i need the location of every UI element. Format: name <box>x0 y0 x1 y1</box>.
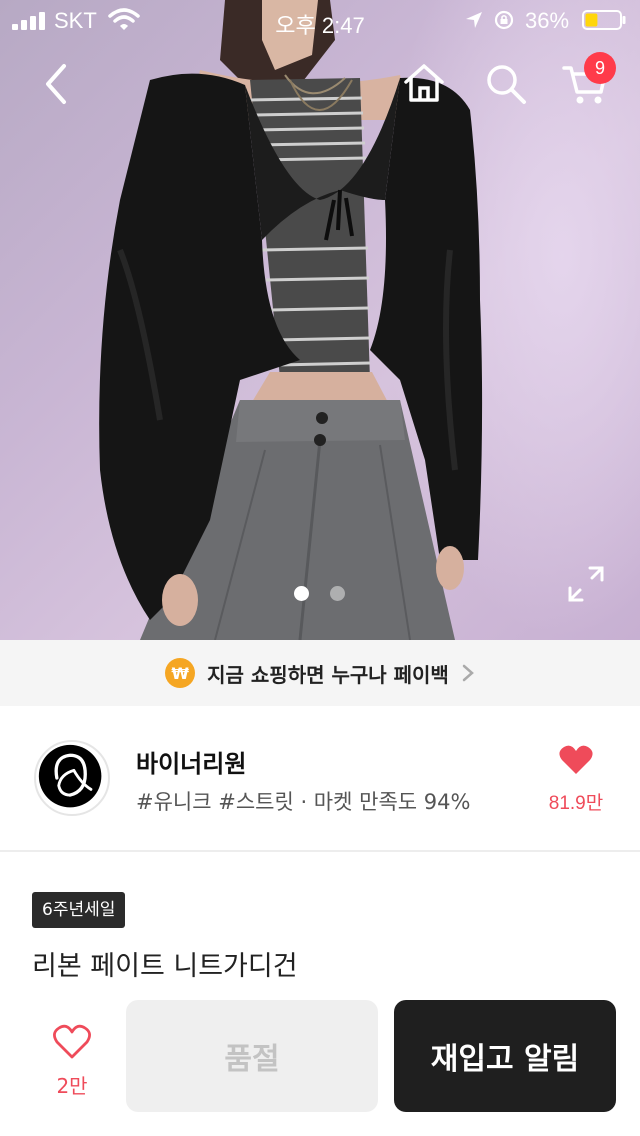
heart-icon[interactable] <box>558 744 594 776</box>
banner-text: 지금 쇼핑하면 누구나 페이백 <box>207 662 449 687</box>
clock: 오후 2:47 <box>275 13 365 38</box>
soldout-button[interactable]: 품절 <box>126 1000 378 1112</box>
carrier-label: SKT <box>54 8 97 33</box>
gallery-pagination <box>0 586 640 602</box>
shop-tags: #유니크 #스트릿 · 마켓 만족도 94% <box>136 790 471 814</box>
restock-alert-button[interactable]: 재입고 알림 <box>394 1000 616 1112</box>
shop-name[interactable]: 바이너리원 <box>136 744 246 779</box>
sale-badge: 6주년세일 <box>32 892 126 928</box>
like-button[interactable]: 2만 <box>32 1000 112 1112</box>
shop-like-count: 81.9만 <box>548 793 604 814</box>
wifi-icon <box>108 8 140 30</box>
won-coin-icon: ₩ <box>165 658 196 688</box>
product-title: 리본 페이트 니트가디건 <box>32 951 298 982</box>
like-count: 2만 <box>56 1074 88 1098</box>
battery-icon <box>582 10 626 30</box>
product-image[interactable] <box>0 0 640 640</box>
rotation-lock-icon <box>494 10 514 30</box>
signal-icon <box>12 12 48 30</box>
heart-outline-icon <box>53 1024 91 1059</box>
expand-icon[interactable] <box>566 564 606 604</box>
search-icon[interactable] <box>480 58 532 110</box>
shop-info[interactable]: 바이너리원 #유니크 #스트릿 · 마켓 만족도 94% 81.9만 <box>0 706 640 852</box>
model-photo <box>99 0 483 640</box>
location-icon <box>466 12 482 28</box>
home-icon[interactable] <box>398 58 450 110</box>
payback-banner[interactable]: ₩ 지금 쇼핑하면 누구나 페이백 <box>0 640 640 706</box>
status-bar: SKT 오후 2:47 36% <box>0 0 640 40</box>
chevron-right-icon <box>462 664 474 682</box>
battery-percent: 36% <box>525 8 570 33</box>
shop-logo[interactable] <box>34 740 110 816</box>
back-icon[interactable] <box>30 58 82 110</box>
page-dot-active[interactable] <box>294 586 309 601</box>
cart-count-badge: 9 <box>584 52 616 84</box>
page-dot[interactable] <box>330 586 345 601</box>
